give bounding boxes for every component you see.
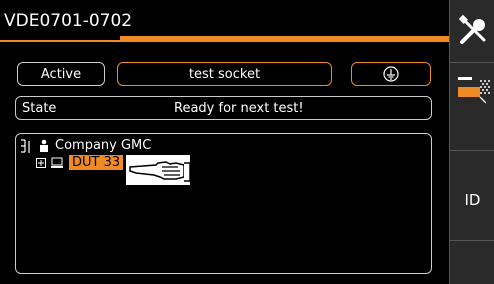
ground-button[interactable]: [351, 62, 431, 86]
tools-button[interactable]: [450, 0, 494, 62]
ground-icon: [383, 66, 399, 82]
pointing-hand-icon: [126, 155, 191, 185]
tree-view-button[interactable]: [450, 65, 494, 115]
sidebar: ID: [449, 0, 494, 284]
page-title: VDE0701-0702: [4, 11, 133, 31]
sidebar-divider: [450, 240, 494, 241]
device-icon: [51, 157, 63, 168]
test-socket-button[interactable]: test socket: [117, 62, 332, 86]
tree-item-company[interactable]: Company GMC: [20, 138, 151, 153]
state-label: State: [22, 101, 57, 116]
id-button[interactable]: ID: [450, 180, 494, 220]
expand-plus-icon: [36, 157, 46, 168]
id-button-label: ID: [464, 191, 481, 209]
tree-item-dut[interactable]: DUT 33: [36, 155, 124, 170]
tree-view-icon: [457, 77, 490, 104]
test-socket-label: test socket: [188, 66, 261, 82]
company-label: Company GMC: [55, 138, 152, 153]
person-icon: [40, 139, 48, 152]
state-value: Ready for next test!: [174, 101, 304, 116]
main-panel: VDE0701-0702 Active test socket State Re…: [0, 0, 449, 284]
tools-icon: [458, 14, 485, 44]
collapse-bracket-icon: [21, 138, 30, 153]
active-button[interactable]: Active: [17, 62, 105, 86]
active-button-label: Active: [40, 66, 82, 82]
dut-label[interactable]: DUT 33: [69, 155, 124, 170]
sidebar-divider: [450, 62, 494, 63]
tree-view[interactable]: Company GMC DUT 33: [15, 133, 432, 274]
state-box: State Ready for next test!: [15, 96, 432, 120]
title-underline: [0, 40, 449, 42]
sidebar-divider: [450, 150, 494, 151]
